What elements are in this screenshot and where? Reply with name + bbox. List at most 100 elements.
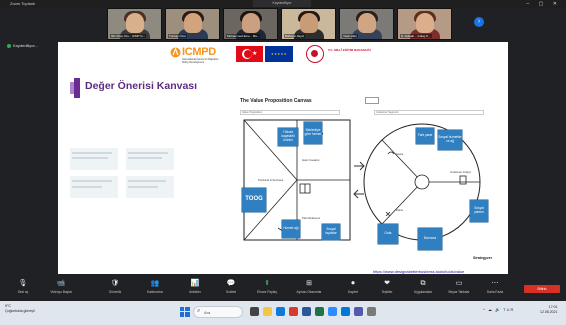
excel-icon[interactable]	[315, 307, 324, 316]
window-controls[interactable]: – ▢ ✕	[527, 0, 561, 8]
participant-tile[interactable]: Ş. Gülşah... Gülay K...	[397, 8, 452, 40]
outlook-icon[interactable]	[341, 307, 350, 316]
participant-name: Ş. Gülşah... Gülay K...	[400, 34, 432, 38]
toolbar-button[interactable]: ❤ Tepkiler	[368, 278, 406, 300]
toolbar-icon: ▭	[455, 280, 463, 287]
sticky-note: Sosyal hizmetler ve ağ	[438, 130, 462, 150]
participant-face	[126, 13, 144, 33]
sharing-indicator: Kaydediliyor...	[7, 43, 38, 48]
toolbar-icon: 📹	[56, 280, 66, 287]
system-tray[interactable]: ^ ☁ 🔊 TUR	[483, 307, 514, 312]
chrome-icon[interactable]	[289, 307, 298, 316]
sharing-indicator-text: Kaydediliyor...	[13, 43, 38, 48]
canvas-diagram	[243, 119, 481, 241]
toolbar-button[interactable]: ▭ Beyaz Tahtalar	[440, 278, 478, 300]
taskbar-search[interactable]: ⌕ Ara	[193, 306, 243, 318]
pain-relievers-label: Pain Relievers	[302, 216, 321, 220]
ministry-seal-icon	[306, 45, 324, 63]
sticky-note: Sosyal faydalar	[322, 224, 340, 240]
toolbar-icon: ❤	[384, 280, 390, 287]
sticky-note: Gıda	[378, 224, 398, 244]
meeting-toolbar: 🎙 Sesi aç 📹 Videoyu Başlat 🛡 Güvenlik 👥 Katılım…	[0, 277, 566, 301]
zoom-icon[interactable]	[328, 307, 337, 316]
icmpd-logo: ICMPD International Centre for Migration…	[168, 45, 220, 65]
eu-flag-icon: ★★★★★	[265, 46, 293, 62]
toolbar-icon: ⏺	[351, 280, 355, 287]
title-accent-bar	[74, 78, 80, 98]
icmpd-subtitle: International Centre for Migration Polic…	[182, 58, 219, 64]
next-page-arrow-icon[interactable]: ›	[474, 17, 484, 27]
search-label: Ara	[204, 310, 211, 315]
toolbar-icon: 📊	[190, 280, 200, 287]
sticky-note: Yüksek kapasiteli ürünler	[278, 128, 298, 146]
recording-indicator[interactable]: Kaydediliyor	[253, 0, 311, 7]
shared-screen-slide: ICMPD International Centre for Migration…	[58, 42, 508, 274]
search-icon: ⌕	[197, 308, 201, 314]
toolbar-button[interactable]: 🛡 Güvenlik	[96, 278, 134, 300]
participant-name: Yasin Akin	[342, 34, 358, 38]
icmpd-logo-text: ICMPD	[182, 46, 216, 58]
toolbar-label: Daha Fazla	[486, 290, 504, 294]
toolbar-label: Katılımcılar	[147, 290, 163, 294]
toolbar-button[interactable]: ⬆ Ekranı Paylaş	[248, 278, 286, 300]
task-view-icon[interactable]	[250, 307, 259, 316]
ministry-name: T.C. MİLLÎ EĞİTİM BAKANLIĞI	[328, 48, 371, 52]
toolbar-button[interactable]: ⏺ Kaydet	[334, 278, 372, 300]
turkish-flag-icon: ★	[236, 46, 263, 62]
participant-tile[interactable]: Bahtiyar Akyol	[281, 8, 336, 40]
toolbar-label: Videoyu Başlat	[50, 290, 72, 294]
strategyzer-brand: Strategyzer	[473, 256, 493, 260]
sticky-note: Fark yarat	[416, 128, 434, 144]
participant-name: IIIC Arlen Ulu... ICMP N...	[110, 34, 146, 38]
participant-tile[interactable]: Yasin Akin	[339, 8, 394, 40]
participant-tile[interactable]: IIIC Arlen Ulu... ICMP N...	[107, 8, 162, 40]
weather-text: 9°C Çoğunlukla güneşli	[5, 304, 35, 313]
word-icon[interactable]	[302, 307, 311, 316]
participant-name: Tuncay Özer	[168, 34, 188, 38]
clock[interactable]: 17:01 12.08.2021	[540, 305, 558, 315]
toolbar-label: Güvenlik	[108, 290, 122, 294]
toolbar-label: Sohbet	[225, 290, 237, 294]
start-windows-icon[interactable]	[180, 307, 190, 317]
toolbar-button[interactable]: 📹 Videoyu Başlat	[42, 278, 80, 300]
toolbar-label: Beyaz Tahtalar	[448, 290, 470, 294]
toolbar-button[interactable]: ⧉ Uygulamalar	[404, 278, 442, 300]
toolbar-button[interactable]: ⋯ Daha Fazla	[476, 278, 514, 300]
participant-name: Muhammed Eme... Ba...	[226, 34, 261, 38]
flags: ★ ★★★★★	[236, 46, 294, 62]
toolbar-icon: 💬	[226, 280, 236, 287]
sticky-note: Hizmet ağı	[282, 220, 300, 238]
faded-slide-content	[70, 148, 180, 208]
toolbar-label: Ayrılan Oturumlar	[296, 290, 322, 294]
participant-face	[300, 13, 318, 33]
toolbar-button[interactable]: 💬 Sohbet	[212, 278, 250, 300]
sticky-note: Sosyal yardım	[470, 200, 488, 222]
icmpd-mark-icon	[170, 47, 181, 58]
weather-widget[interactable]: 9°C Çoğunlukla güneşli	[5, 304, 35, 313]
gain-creators-label: Gain Creators	[302, 158, 320, 162]
end-meeting-button[interactable]: Bitirin	[524, 285, 560, 293]
teams-icon[interactable]	[354, 307, 363, 316]
clock-date: 12.08.2021	[540, 310, 558, 314]
toolbar-label: Anketler	[189, 290, 201, 294]
toolbar-label: Kaydet	[348, 290, 358, 294]
toolbar-icon: 🎙	[18, 280, 28, 287]
toolbar-button[interactable]: 🎙 Sesi aç	[4, 278, 42, 300]
toolbar-label: Sesi aç	[17, 290, 29, 294]
participant-tile[interactable]: Muhammed Eme... Ba...	[223, 8, 278, 40]
toolbar-icon: ⧉	[420, 280, 426, 287]
file-explorer-icon[interactable]	[263, 307, 272, 316]
toolbar-button[interactable]: 👥 Katılımcılar	[136, 278, 174, 300]
toolbar-icon: ⋯	[491, 280, 499, 287]
toolbar-button[interactable]: 📊 Anketler	[176, 278, 214, 300]
toolbar-button[interactable]: ⊞ Ayrılan Oturumlar	[290, 278, 328, 300]
edge-icon[interactable]	[276, 307, 285, 316]
sticky-note: Beklentiye göre hizmet	[304, 122, 322, 144]
pains-label: Pains	[396, 208, 403, 212]
recording-dot-icon	[7, 43, 11, 48]
toolbar-label: Uygulamalar	[414, 290, 432, 294]
settings-icon[interactable]	[367, 307, 376, 316]
participant-tile[interactable]: Tuncay Özer	[165, 8, 220, 40]
source-link[interactable]: https://www.designabetterbusiness.tools/…	[373, 269, 464, 274]
value-proposition-canvas: The Value Proposition Canvas Value Propo…	[238, 96, 498, 272]
